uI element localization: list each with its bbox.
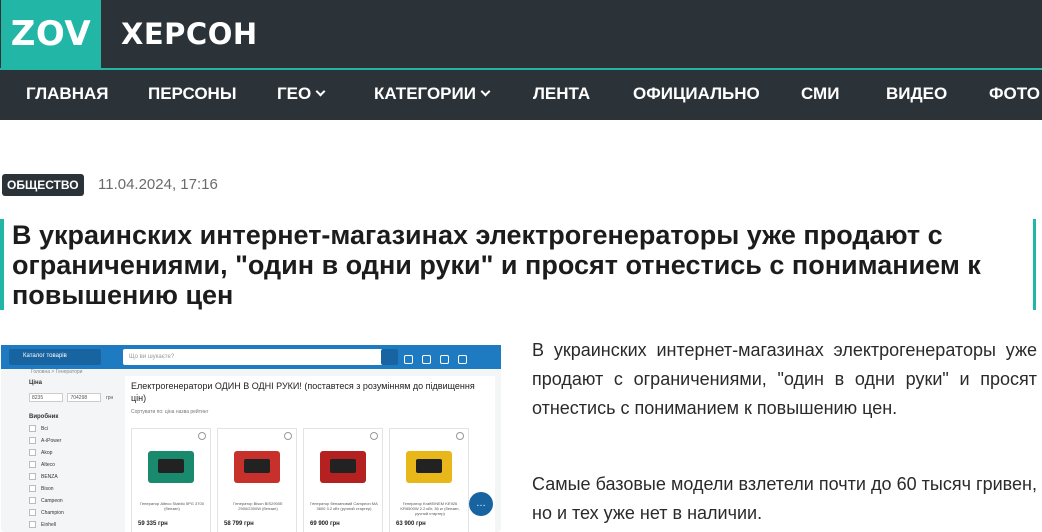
product-card: Генератор Alteco Stabilo 5PG 3700 (бензи… — [131, 428, 211, 532]
product-card: Генератор KraftEINEM KE926 KR6500W 2.2 к… — [389, 428, 469, 532]
heart-icon — [370, 432, 378, 440]
nav-item-geo[interactable]: ГЕО — [277, 84, 326, 104]
generator-image — [234, 451, 280, 483]
generator-image — [148, 451, 194, 483]
product-caption: Генератор Alteco Stabilo 5PG 3700 (бензи… — [140, 501, 204, 511]
title-accent-bar — [0, 219, 4, 310]
filter-brand-label: Виробник — [29, 414, 59, 420]
heart-icon — [284, 432, 292, 440]
compare-icon — [422, 355, 431, 364]
brand-row: Campeon — [29, 497, 121, 504]
checkbox-icon — [29, 473, 36, 480]
brand-row: Всі — [29, 425, 121, 432]
nav-item-video[interactable]: ВИДЕО — [886, 84, 947, 104]
title-accent-bar-right — [1033, 219, 1036, 310]
filter-currency: грн — [105, 395, 114, 401]
shop-listing-heading: Електрогенератори ОДИН В ОДНІ РУКИ! (пос… — [131, 381, 475, 403]
shop-header: Каталог товарів Що ви шукаєте? — [1, 345, 501, 369]
product-caption: Генератор бензиновий Campeon MA 3600 3.2… — [310, 501, 378, 511]
nav-item-media[interactable]: СМИ — [801, 84, 839, 104]
chevron-down-icon — [315, 86, 326, 97]
article-paragraph: Самые базовые модели взлетели почти до 6… — [532, 474, 1037, 523]
product-caption: Генератор Bison BIS2900E 2900/2300W (бен… — [233, 501, 283, 511]
filter-price-max: 704298 — [67, 393, 102, 402]
checkbox-icon — [29, 485, 36, 492]
article-paragraph: В украинских интернет-магазинах электрог… — [532, 340, 1037, 418]
product-price: 59 335 грн — [138, 521, 168, 527]
article-title-block: В украинских интернет-магазинах электрог… — [0, 219, 1042, 310]
heart-icon — [198, 432, 206, 440]
checkbox-icon — [29, 461, 36, 468]
brand-row: BENZA — [29, 473, 121, 480]
checkbox-icon — [29, 509, 36, 516]
shop-header-icons — [404, 351, 494, 364]
brand-row: Alteco — [29, 461, 121, 468]
cart-icon — [458, 355, 467, 364]
shop-listing: Електрогенератори ОДИН В ОДНІ РУКИ! (пос… — [125, 376, 495, 532]
heart-icon — [456, 432, 464, 440]
search-icon — [381, 349, 398, 365]
nav-item-categories[interactable]: КАТЕГОРИИ — [374, 84, 491, 104]
shop-catalog-button: Каталог товарів — [9, 349, 101, 365]
nav-item-official[interactable]: ОФИЦИАЛЬНО — [633, 84, 760, 104]
product-card: Генератор Bison BIS2900E 2900/2300W (бен… — [217, 428, 297, 532]
brand-row: Akop — [29, 449, 121, 456]
checkbox-icon — [29, 437, 36, 444]
generator-image — [320, 451, 366, 483]
brand-row: Champion — [29, 509, 121, 516]
brand-row: Bison — [29, 485, 121, 492]
article-image: Каталог товарів Що ви шукаєте? Головна >… — [1, 336, 501, 532]
product-price: 63 900 грн — [396, 521, 426, 527]
user-icon — [404, 355, 413, 364]
nav-item-feed[interactable]: ЛЕНТА — [533, 84, 590, 104]
site-header: ZOV ХЕРСОН — [0, 0, 1042, 68]
article-title: В украинских интернет-магазинах электрог… — [12, 220, 981, 310]
product-card: Генератор бензиновий Campeon MA 3600 3.2… — [303, 428, 383, 532]
checkbox-icon — [29, 497, 36, 504]
article-date: 11.04.2024, 17:16 — [98, 176, 218, 193]
chevron-down-icon — [480, 86, 491, 97]
checkbox-icon — [29, 521, 36, 528]
shop-breadcrumb: Головна > Генератори — [31, 369, 83, 375]
category-badge[interactable]: ОБЩЕСТВО — [2, 174, 84, 196]
main-nav: ГЛАВНАЯ ПЕРСОНЫ ГЕО КАТЕГОРИИ ЛЕНТА ОФИЦ… — [0, 68, 1042, 120]
nav-item-persons[interactable]: ПЕРСОНЫ — [148, 84, 236, 104]
shop-search-field: Що ви шукаєте? — [123, 349, 385, 365]
brand-row: Einhell — [29, 521, 121, 528]
product-price: 69 900 грн — [310, 521, 340, 527]
logo-text: ZOV — [10, 14, 92, 54]
checkbox-icon — [29, 449, 36, 456]
nav-item-home[interactable]: ГЛАВНАЯ — [26, 84, 108, 104]
nav-item-photo[interactable]: ФОТО — [989, 84, 1040, 104]
brand-row: A-iPower — [29, 437, 121, 444]
heart-icon — [440, 355, 449, 364]
filter-price-min: 8235 — [29, 393, 63, 402]
product-caption: Генератор KraftEINEM KE926 KR6500W 2.2 к… — [400, 501, 460, 516]
product-price: 58 799 грн — [224, 521, 254, 527]
checkbox-icon — [29, 425, 36, 432]
shop-filters: Ціна 8235 704298 грн Виробник Всі A-iPow… — [29, 376, 121, 532]
generator-image — [406, 451, 452, 483]
shop-sort-bar: Сортувати по: ціна назва рейтинг — [131, 409, 209, 415]
site-logo[interactable]: ZOV — [1, 0, 101, 68]
chat-icon: … — [469, 492, 493, 516]
site-city-title[interactable]: ХЕРСОН — [121, 17, 258, 51]
